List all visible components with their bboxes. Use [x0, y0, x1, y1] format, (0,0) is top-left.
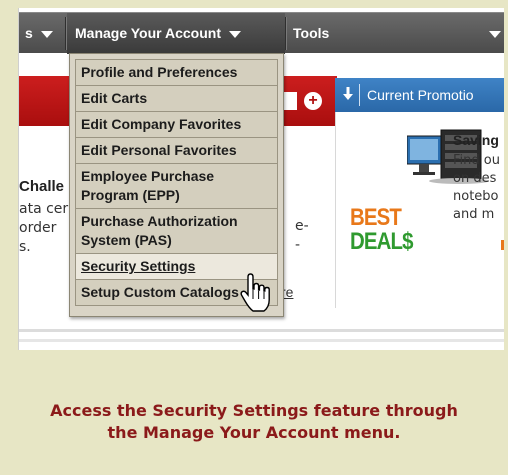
- promotions-header[interactable]: Current Promotio: [335, 78, 504, 112]
- nav-divider: [285, 17, 286, 50]
- nav-item-previous-label: s: [25, 25, 33, 41]
- nav-manage-account-label: Manage Your Account: [75, 25, 221, 41]
- body-text-line: s.: [19, 239, 31, 255]
- arrow-down-icon: [343, 87, 353, 100]
- menu-item-edit-company-favorites[interactable]: Edit Company Favorites: [75, 111, 278, 138]
- caption-line-2: the Manage Your Account menu.: [107, 423, 401, 442]
- plus-icon[interactable]: +: [304, 92, 322, 110]
- nav-divider: [65, 17, 66, 50]
- chevron-down-icon: [489, 30, 501, 38]
- promotions-title: Current Promotio: [367, 87, 474, 103]
- body-text-fragment: -: [295, 237, 301, 253]
- nav-manage-account[interactable]: Manage Your Account: [67, 13, 285, 54]
- body-text-fragment: e-: [295, 218, 309, 234]
- menu-item-purchase-authorization-system[interactable]: Purchase Authorization System (PAS): [75, 208, 278, 254]
- nav-item-previous[interactable]: s: [25, 13, 53, 54]
- promo-divider: [359, 84, 360, 106]
- chevron-down-icon: [40, 30, 53, 38]
- instruction-caption: Access the Security Settings feature thr…: [0, 400, 508, 444]
- hand-cursor-icon: [240, 273, 270, 312]
- main-navbar: s Manage Your Account Tools: [19, 12, 504, 54]
- nav-tools[interactable]: Tools: [293, 13, 329, 54]
- promo-marker: [501, 240, 504, 250]
- divider: [19, 339, 504, 342]
- nav-tools-label: Tools: [293, 25, 330, 41]
- best-deals-logo-best[interactable]: BEST: [350, 206, 402, 230]
- promo-text-line: Find ou: [453, 153, 500, 168]
- caption-line-1: Access the Security Settings feature thr…: [50, 401, 458, 420]
- promo-text-line: notebo: [453, 189, 499, 204]
- promo-text-line: on des: [453, 171, 497, 186]
- menu-item-edit-personal-favorites[interactable]: Edit Personal Favorites: [75, 137, 278, 164]
- nav-tools-dropdown[interactable]: [481, 13, 501, 54]
- chevron-down-icon: [228, 30, 241, 38]
- menu-item-employee-purchase-program[interactable]: Employee Purchase Program (EPP): [75, 163, 278, 209]
- body-text-line: order: [19, 220, 57, 236]
- section-heading: Challe: [19, 178, 65, 195]
- best-deals-logo-deals[interactable]: DEAL$: [350, 230, 413, 254]
- menu-item-profile-preferences[interactable]: Profile and Preferences: [75, 59, 278, 86]
- screenshot-area: s Manage Your Account Tools + Challe ata…: [18, 8, 504, 350]
- body-text-line: ata cer: [19, 201, 69, 217]
- tutorial-frame: s Manage Your Account Tools + Challe ata…: [0, 0, 508, 475]
- menu-item-edit-carts[interactable]: Edit Carts: [75, 85, 278, 112]
- promo-heading: Saving: [453, 132, 499, 148]
- promo-text-line: and m: [453, 207, 495, 222]
- divider: [19, 329, 504, 332]
